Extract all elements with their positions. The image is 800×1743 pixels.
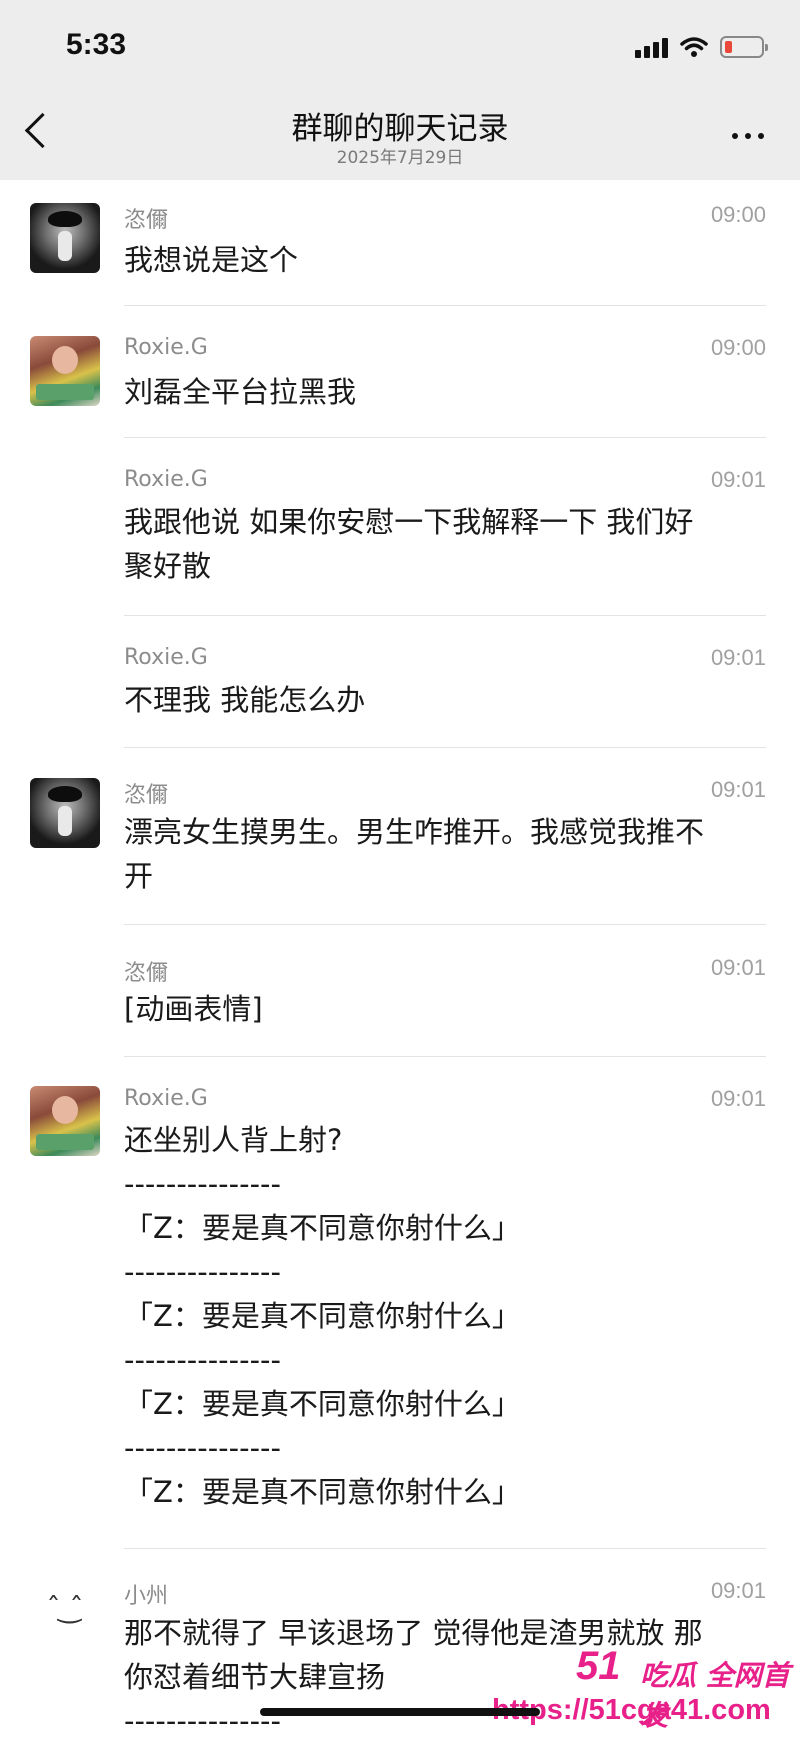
message-text: 还坐别人背上射? --------------- 「Z：要是真不同意你射什么」 … [124,1123,521,1509]
message-time: 09:01 [710,1578,766,1603]
message-sender: 小州 [124,1584,169,1609]
watermark-logo: 51 吃瓜 全网首发 https://51cga41.com [492,1644,792,1732]
message-sender: 恣儞 [124,783,169,808]
status-icons [635,34,768,60]
message-time: 09:01 [710,1086,766,1111]
message-time: 09:01 [710,467,766,492]
top-bar: 5:33 群聊的聊天记录 2025年7月29日 [0,0,800,180]
message-sender: Roxie.G [124,467,208,492]
message-sender: Roxie.G [124,1086,208,1111]
divider [124,747,766,748]
dark-portrait-avatar[interactable] [30,778,100,848]
color-portrait-avatar[interactable] [30,1086,100,1156]
message-time: 09:01 [710,645,766,670]
status-time: 5:33 [66,28,127,61]
message-text: 漂亮女生摸男生。男生咋推开。我感觉我推不 开 [124,815,705,893]
message-text: 我跟他说 如果你安慰一下我解释一下 我们好 聚好散 [124,505,694,583]
message-sender: Roxie.G [124,335,208,360]
page-title: 群聊的聊天记录 [291,111,509,147]
message-time: 09:01 [710,777,766,802]
face-emoticon-icon: ˆ ͜ˆ [46,1590,84,1624]
signal-icon [635,36,668,58]
message-sender: Roxie.G [124,645,208,670]
divider [124,437,766,438]
wifi-icon [680,37,708,57]
message-time: 09:00 [710,335,766,360]
message-text: 我想说是这个 [124,243,299,277]
message-time: 09:00 [710,202,766,227]
divider [124,1548,766,1549]
message-sender: 恣儞 [124,208,169,233]
divider [124,615,766,616]
divider [124,1056,766,1057]
face-emoticon-avatar[interactable]: ˆ ͜ˆ [30,1572,100,1642]
divider [124,305,766,306]
message-time: 09:01 [710,955,766,980]
watermark-brand: 51 [576,1644,621,1688]
color-portrait-avatar[interactable] [30,336,100,406]
message-text: 不理我 我能怎么办 [124,683,366,717]
home-indicator[interactable] [260,1708,540,1716]
message-sender: 恣儞 [124,961,169,986]
divider [124,924,766,925]
message-text: 刘磊全平台拉黑我 [124,375,357,409]
message-text: [动画表情] [124,992,263,1026]
page-subtitle-date: 2025年7月29日 [336,148,464,168]
dark-portrait-avatar[interactable] [30,203,100,273]
more-options-icon[interactable] [732,133,764,139]
battery-icon [720,36,768,58]
